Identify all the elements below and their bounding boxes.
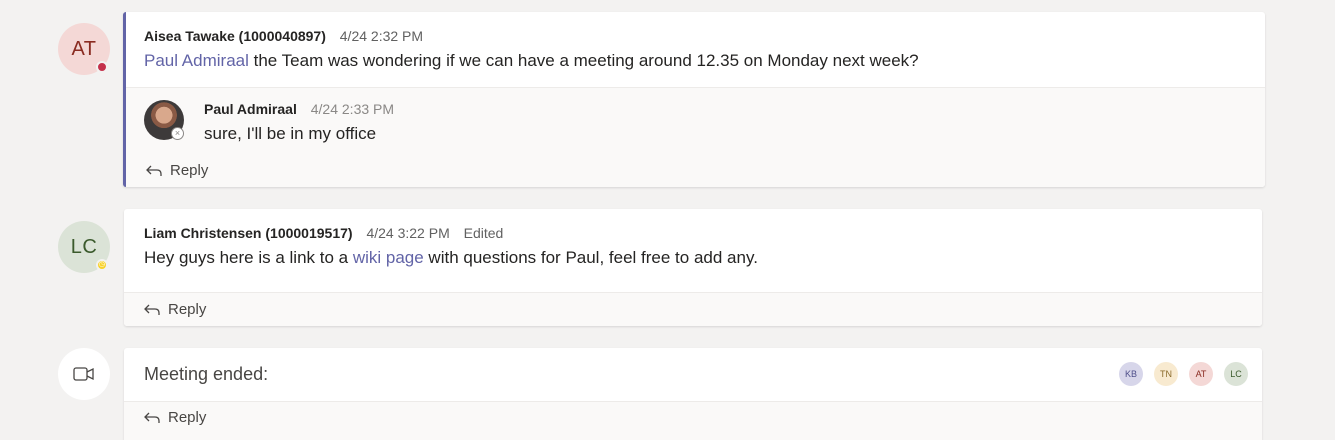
video-camera-icon [73,367,94,381]
message-timestamp: 4/24 2:32 PM [339,28,424,44]
reply-arrow-icon [144,412,160,423]
reply-label: Reply [168,301,207,318]
participant-tn[interactable]: TN [1154,362,1178,386]
presence-busy-indicator [96,61,108,73]
reply-area: Reply [124,401,1262,440]
participant-lc[interactable]: LC [1224,362,1248,386]
avatar-initials: AT [71,37,97,60]
avatar-aisea[interactable]: AT [58,23,110,75]
reply-label: Reply [170,162,209,179]
message-card-aisea: Aisea Tawake (1000040897) 4/24 2:32 PM P… [123,12,1265,187]
reply-timestamp: 4/24 2:33 PM [310,101,395,117]
message-text: the Team was wondering if we can have a … [248,51,919,70]
reply-button[interactable]: Reply [144,301,206,318]
presence-away-indicator: ◷ [96,259,108,271]
reply-area: Reply [124,292,1262,326]
meeting-card: Meeting ended: KB TN AT LC Reply [124,348,1262,440]
reply-arrow-icon [144,304,160,315]
reply-text: sure, I'll be in my office [204,124,377,143]
presence-offline-icon: × [171,127,184,140]
reply-thread: × Paul Admiraal 4/24 2:33 PM sure, I'll … [126,87,1265,187]
message-author[interactable]: Liam Christensen (1000019517) [144,225,353,241]
meeting-ended-title: Meeting ended: [144,364,269,384]
avatar-initials: LC [70,235,98,258]
edited-label: Edited [463,225,504,241]
reply-arrow-icon [146,165,162,176]
message-author[interactable]: Aisea Tawake (1000040897) [144,28,326,44]
mention-paul[interactable]: Paul Admiraal [144,51,249,70]
participant-kb[interactable]: KB [1119,362,1143,386]
participant-at[interactable]: AT [1189,362,1213,386]
message-timestamp: 4/24 3:22 PM [366,225,450,241]
reply-button[interactable]: Reply [146,162,208,179]
message-card-liam: Liam Christensen (1000019517) 4/24 3:22 … [124,209,1262,326]
message-text-after: with questions for Paul, feel free to ad… [423,248,758,267]
avatar-liam[interactable]: LC ◷ [58,221,110,273]
reply-button[interactable]: Reply [144,409,206,426]
reply-author[interactable]: Paul Admiraal [204,101,297,117]
message-text-before: Hey guys here is a link to a [144,248,353,267]
wiki-link[interactable]: wiki page [353,248,424,267]
meeting-avatar [58,348,110,400]
reply-label: Reply [168,409,207,426]
avatar-paul[interactable]: × [144,100,184,140]
